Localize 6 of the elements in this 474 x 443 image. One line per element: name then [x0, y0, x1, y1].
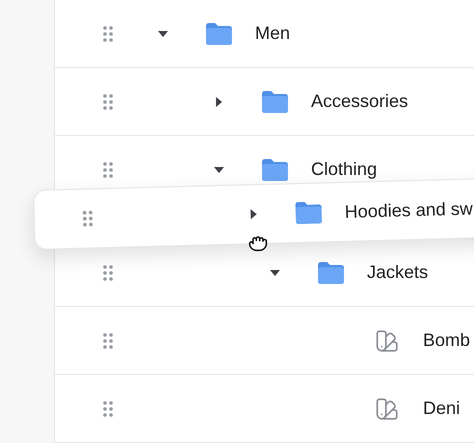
tree-row-label: Bomb — [423, 329, 470, 352]
dragged-row-label: Hoodies and sw — [344, 197, 474, 224]
tree-row-label: Deni — [423, 397, 460, 420]
tree-row-label: Jackets — [367, 261, 428, 284]
tree-row-label: Accessories — [311, 90, 408, 113]
tree-row-label: Men — [255, 22, 290, 45]
